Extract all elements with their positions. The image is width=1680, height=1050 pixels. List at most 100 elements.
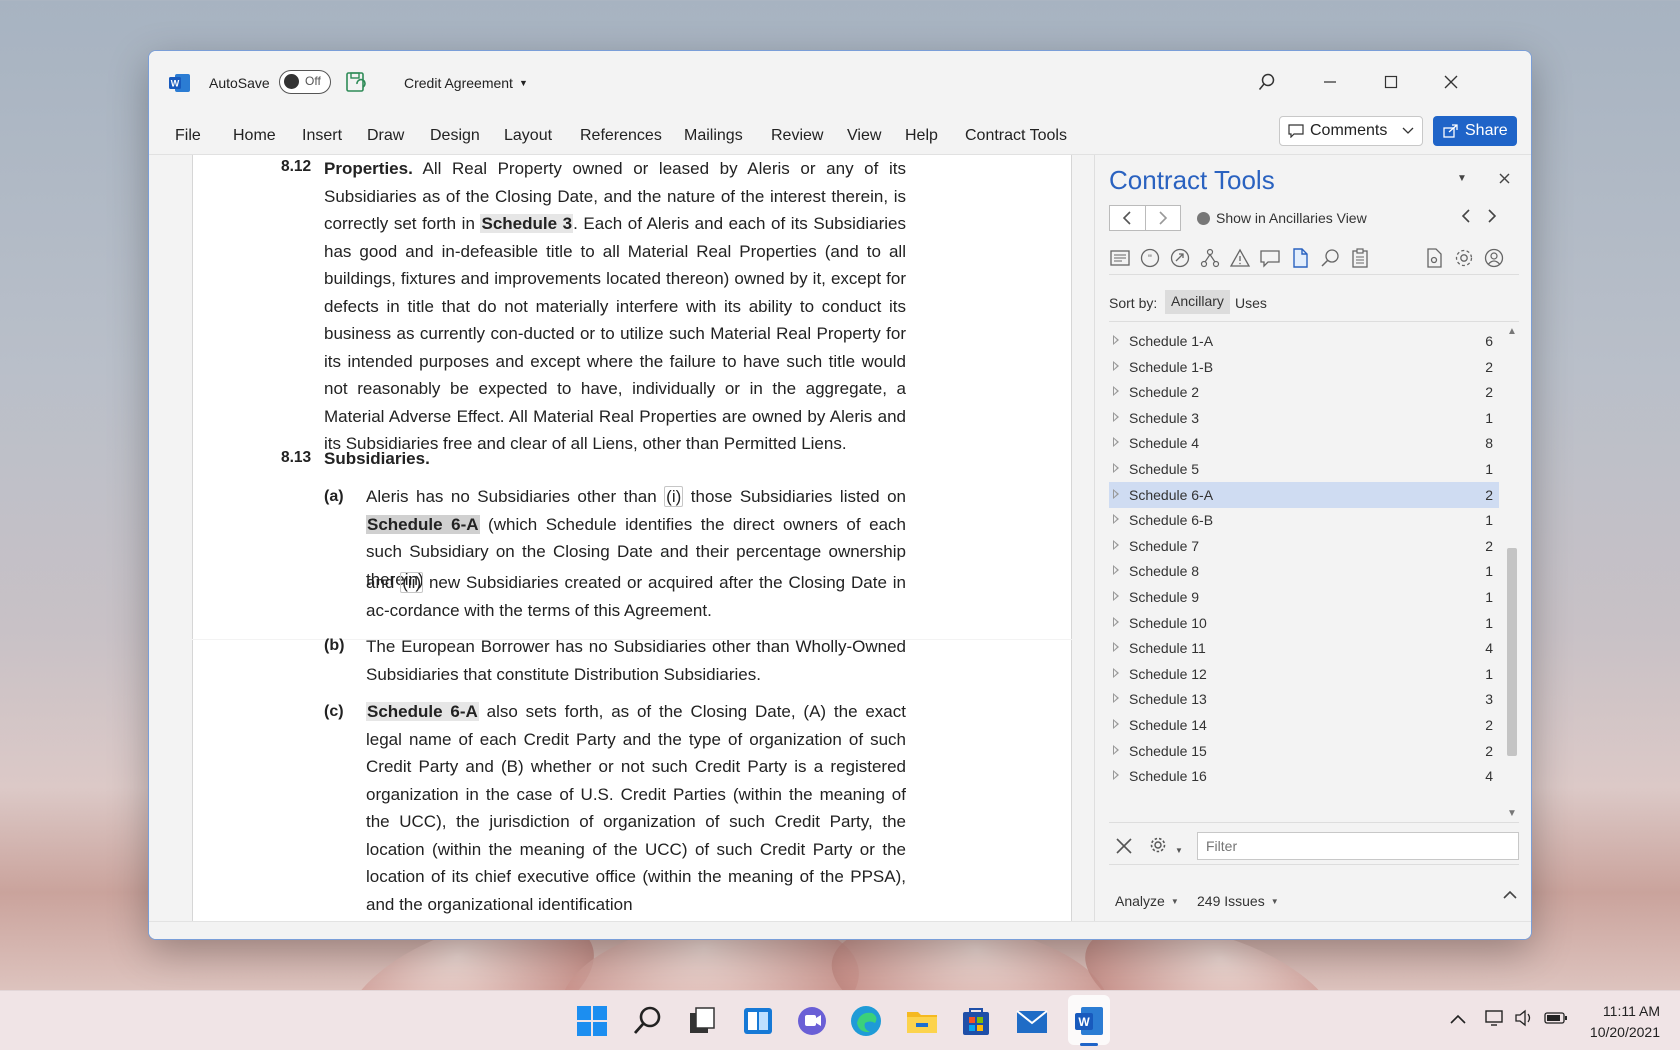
collapse-button[interactable] — [1503, 887, 1517, 905]
tab-design[interactable]: Design — [430, 127, 480, 145]
file-explorer-icon[interactable] — [904, 1003, 940, 1039]
schedule-list-item[interactable]: Schedule 5 1 — [1109, 456, 1499, 482]
quote-icon[interactable]: " — [1139, 247, 1161, 269]
search-icon[interactable] — [630, 1003, 666, 1039]
expand-triangle-icon[interactable] — [1113, 488, 1119, 499]
schedule-list-item[interactable]: Schedule 16 4 — [1109, 763, 1499, 789]
account-icon[interactable] — [1483, 247, 1505, 269]
expand-triangle-icon[interactable] — [1113, 463, 1119, 473]
autosave-toggle[interactable]: Off — [279, 70, 331, 94]
pane-options-dropdown[interactable]: ▼ — [1457, 173, 1467, 184]
sort-uses-option[interactable]: Uses — [1235, 295, 1267, 311]
teams-chat-icon[interactable] — [794, 1003, 830, 1039]
gear-icon[interactable] — [1453, 247, 1475, 269]
expand-triangle-icon[interactable] — [1113, 744, 1119, 755]
tab-view[interactable]: View — [847, 127, 881, 145]
expand-triangle-icon[interactable] — [1113, 770, 1119, 781]
analyze-dropdown[interactable]: Analyze ▼ — [1115, 893, 1179, 909]
forward-button[interactable] — [1146, 206, 1181, 230]
issues-dropdown[interactable]: 249 Issues ▼ — [1197, 893, 1279, 909]
comment-icon[interactable] — [1259, 247, 1281, 269]
expand-triangle-icon[interactable] — [1113, 693, 1119, 704]
document-canvas[interactable]: 8.12 Properties. All Real Property owned… — [149, 155, 1094, 921]
document-settings-icon[interactable] — [1423, 247, 1445, 269]
back-button[interactable] — [1110, 206, 1146, 230]
comments-button[interactable]: Comments — [1279, 116, 1423, 146]
show-in-ancillaries-view[interactable]: Show in Ancillaries View — [1197, 210, 1367, 226]
save-icon[interactable] — [345, 71, 367, 93]
battery-icon[interactable] — [1544, 1009, 1568, 1032]
schedule-list-item[interactable]: Schedule 9 1 — [1109, 584, 1499, 610]
tab-contract-tools[interactable]: Contract Tools — [965, 127, 1067, 145]
search-button[interactable] — [1249, 67, 1285, 97]
schedule-list-item[interactable]: Schedule 3 1 — [1109, 405, 1499, 431]
tab-mailings[interactable]: Mailings — [684, 127, 743, 145]
mail-icon[interactable] — [1014, 1003, 1050, 1039]
expand-triangle-icon[interactable] — [1113, 565, 1119, 576]
pane-close-button[interactable] — [1499, 171, 1510, 187]
schedule-list-item[interactable]: Schedule 1-B 2 — [1109, 354, 1499, 380]
expand-triangle-icon[interactable] — [1113, 667, 1119, 678]
filter-input[interactable] — [1197, 832, 1519, 860]
schedule-list-item[interactable]: Schedule 11 4 — [1109, 635, 1499, 661]
tab-file[interactable]: File — [175, 127, 201, 145]
schedule-list-item[interactable]: Schedule 15 2 — [1109, 738, 1499, 764]
widgets-icon[interactable] — [740, 1003, 776, 1039]
document-title-dropdown[interactable]: Credit Agreement ▼ — [404, 75, 528, 91]
start-icon[interactable] — [574, 1003, 610, 1039]
schedule-reference[interactable]: Schedule 6-A — [366, 702, 479, 721]
schedule-list-item[interactable]: Schedule 14 2 — [1109, 712, 1499, 738]
schedule-list-item[interactable]: Schedule 2 2 — [1109, 379, 1499, 405]
schedule-reference[interactable]: Schedule 6-A — [366, 514, 480, 534]
edge-icon[interactable] — [848, 1003, 884, 1039]
close-button[interactable] — [1433, 67, 1469, 97]
schedule-list-item[interactable]: Schedule 4 8 — [1109, 430, 1499, 456]
expand-triangle-icon[interactable] — [1113, 591, 1119, 601]
search-icon[interactable] — [1319, 247, 1341, 269]
expand-triangle-icon[interactable] — [1113, 719, 1119, 729]
schedule-list-item[interactable]: Schedule 8 1 — [1109, 558, 1499, 584]
schedule-list-item[interactable]: Schedule 13 3 — [1109, 686, 1499, 712]
expand-triangle-icon[interactable] — [1113, 360, 1119, 371]
expand-triangle-icon[interactable] — [1113, 386, 1119, 397]
schedule-list-item[interactable]: Schedule 12 1 — [1109, 661, 1499, 687]
outline-icon[interactable] — [1109, 247, 1131, 269]
schedule-list-item[interactable]: Schedule 7 2 — [1109, 533, 1499, 559]
tab-help[interactable]: Help — [905, 127, 938, 145]
cross-reference-icon[interactable] — [1169, 247, 1191, 269]
share-button[interactable]: Share — [1433, 116, 1517, 146]
clause-marker[interactable]: (ii) — [400, 572, 424, 593]
schedule-list-item[interactable]: Schedule 10 1 — [1109, 610, 1499, 636]
filter-options-button[interactable]: ▼ — [1149, 835, 1183, 860]
tab-home[interactable]: Home — [233, 127, 276, 145]
expand-triangle-icon[interactable] — [1113, 411, 1119, 422]
scrollbar-thumb[interactable] — [1507, 548, 1517, 756]
tab-layout[interactable]: Layout — [504, 127, 552, 145]
hierarchy-icon[interactable] — [1199, 247, 1221, 269]
word-taskbar-icon[interactable]: W — [1071, 1003, 1107, 1039]
expand-triangle-icon[interactable] — [1113, 642, 1119, 653]
scroll-up-button[interactable]: ▲ — [1505, 326, 1519, 337]
schedule-list-item[interactable]: Schedule 6-B 1 — [1109, 507, 1499, 533]
expand-triangle-icon[interactable] — [1113, 437, 1119, 448]
previous-item-button[interactable] — [1461, 207, 1471, 228]
tab-insert[interactable]: Insert — [302, 127, 342, 145]
clear-filter-button[interactable] — [1115, 831, 1133, 861]
show-hidden-icons-button[interactable] — [1450, 1011, 1466, 1029]
clipboard-icon[interactable] — [1349, 247, 1371, 269]
expand-triangle-icon[interactable] — [1113, 539, 1119, 550]
volume-icon[interactable] — [1514, 1009, 1534, 1032]
next-item-button[interactable] — [1487, 207, 1497, 228]
scroll-down-button[interactable]: ▼ — [1505, 808, 1519, 819]
task-view-icon[interactable] — [684, 1003, 720, 1039]
tab-references[interactable]: References — [580, 127, 662, 145]
document-icon[interactable] — [1289, 247, 1311, 269]
expand-triangle-icon[interactable] — [1113, 514, 1119, 525]
tab-draw[interactable]: Draw — [367, 127, 404, 145]
minimize-button[interactable] — [1312, 67, 1348, 97]
system-clock[interactable]: 11:11 AM 10/20/2021 — [1580, 1001, 1660, 1043]
network-icon[interactable] — [1484, 1009, 1504, 1032]
warning-icon[interactable] — [1229, 247, 1251, 269]
expand-triangle-icon[interactable] — [1113, 616, 1119, 627]
store-icon[interactable] — [958, 1003, 994, 1039]
